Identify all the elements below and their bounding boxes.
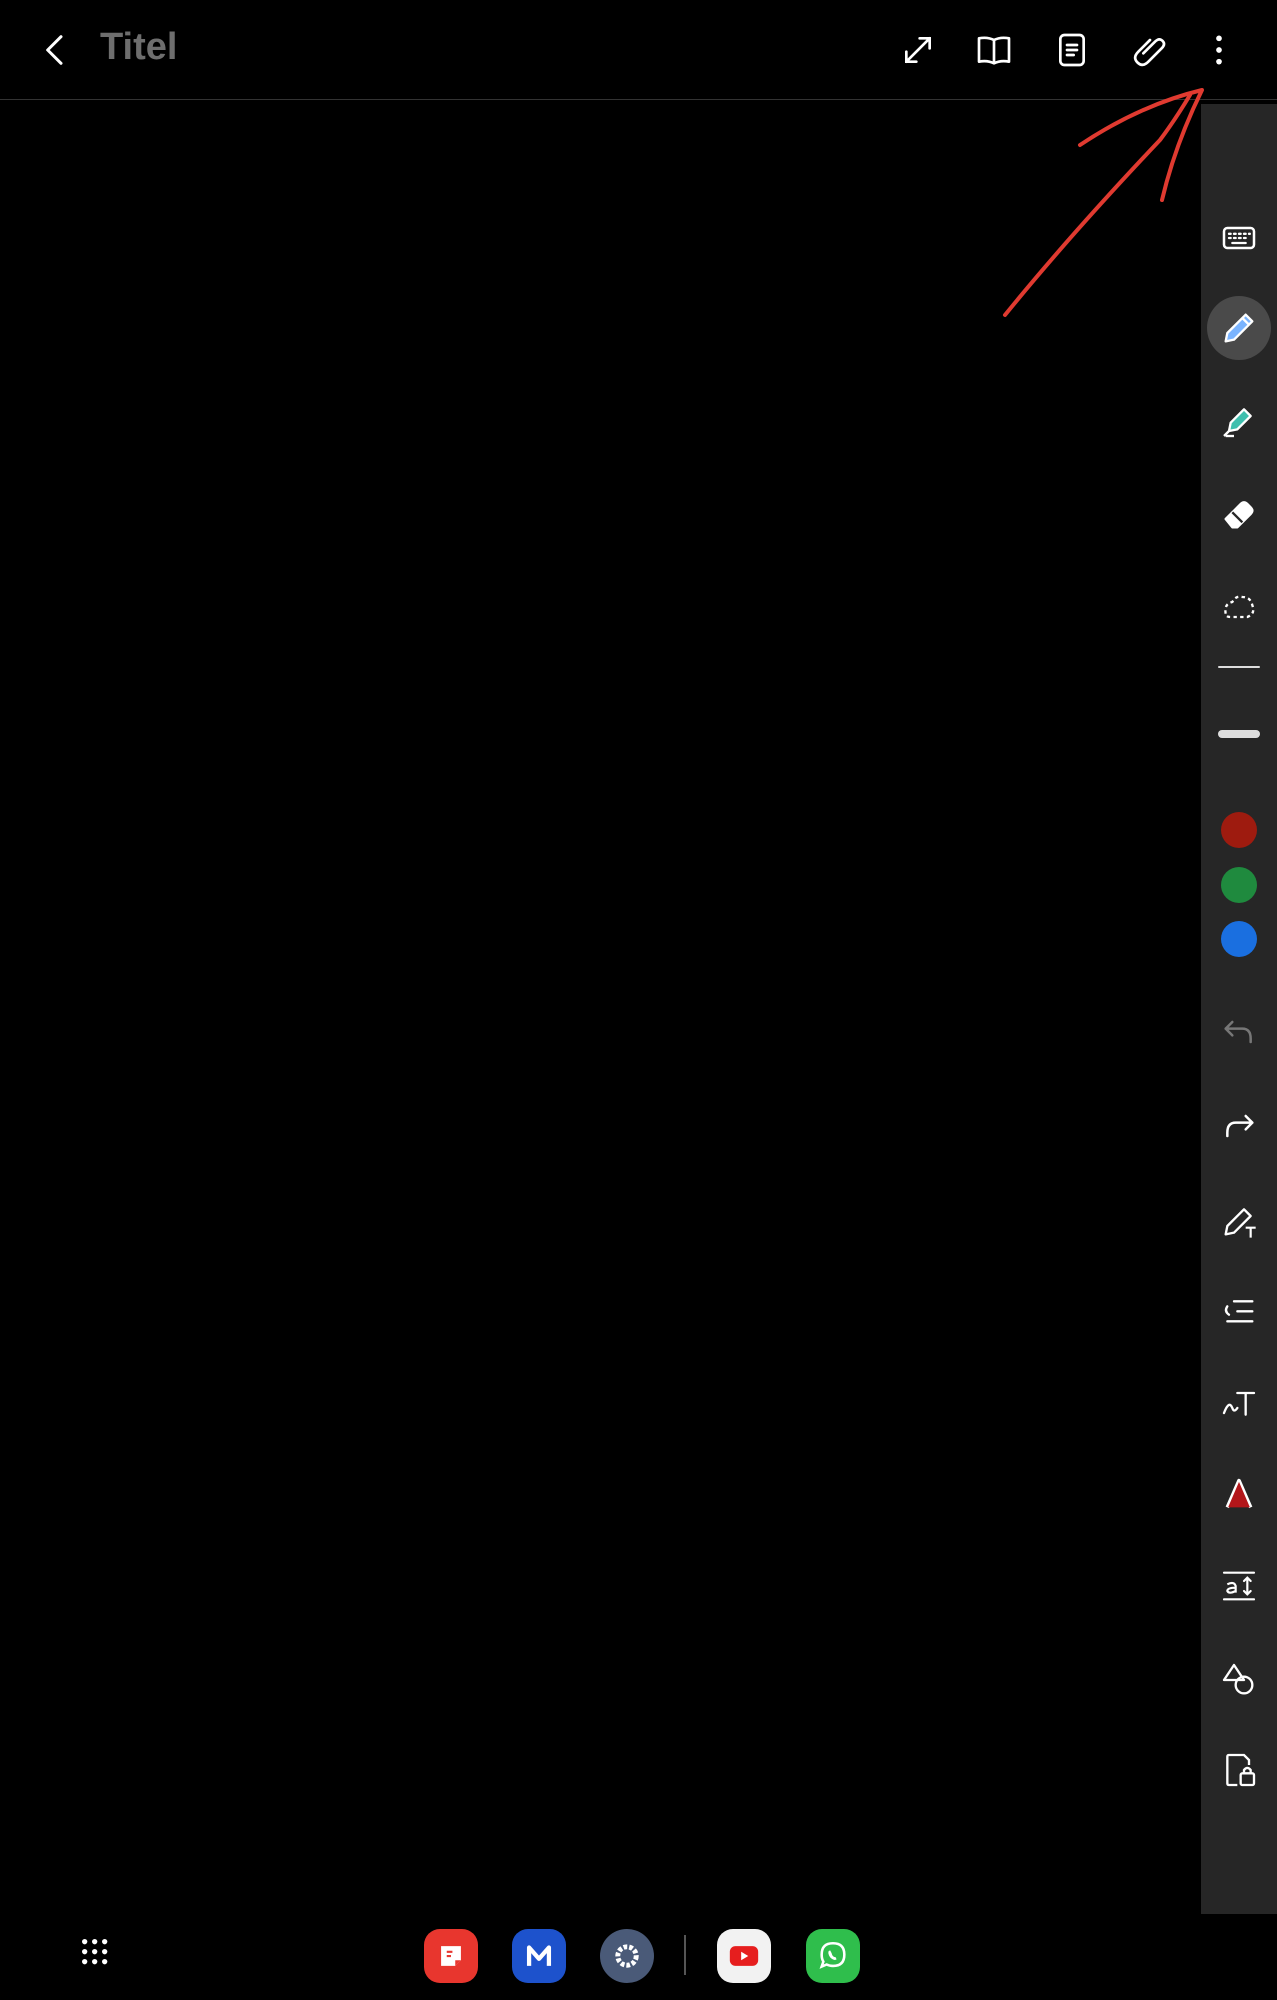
- back-arrow-icon[interactable]: [28, 22, 84, 78]
- page-icon[interactable]: [1044, 22, 1100, 78]
- book-icon[interactable]: [966, 22, 1022, 78]
- redo-icon[interactable]: [1207, 1094, 1271, 1158]
- text-style-icon[interactable]: [1207, 1462, 1271, 1526]
- notes-app-icon[interactable]: [424, 1929, 478, 1983]
- shapes-icon[interactable]: [1207, 1648, 1271, 1712]
- undo-icon[interactable]: [1207, 1000, 1271, 1064]
- settings-app-icon[interactable]: [600, 1929, 654, 1983]
- attachment-icon[interactable]: [1122, 22, 1178, 78]
- align-icon[interactable]: [1207, 1281, 1271, 1345]
- pen-toolbar: [1201, 104, 1277, 1914]
- mail-app-icon[interactable]: [512, 1929, 566, 1983]
- drawing-canvas[interactable]: [0, 101, 1200, 1911]
- green-color-swatch[interactable]: [1221, 867, 1257, 903]
- lock-icon[interactable]: [1207, 1738, 1271, 1802]
- thin-line-button[interactable]: [1218, 666, 1260, 668]
- highlighter-icon[interactable]: [1207, 389, 1271, 453]
- red-color-swatch[interactable]: [1221, 812, 1257, 848]
- lasso-icon[interactable]: [1207, 575, 1271, 639]
- blue-color-swatch[interactable]: [1221, 921, 1257, 957]
- more-icon[interactable]: [1191, 22, 1247, 78]
- keyboard-icon[interactable]: [1207, 206, 1271, 270]
- dock-separator: [684, 1935, 686, 1975]
- apps-grid-icon[interactable]: [78, 1935, 118, 1975]
- page-title[interactable]: Titel: [100, 26, 177, 69]
- whatsapp-app-icon[interactable]: [806, 1929, 860, 1983]
- pen-to-text-icon[interactable]: [1207, 1189, 1271, 1253]
- fullscreen-icon[interactable]: [890, 22, 946, 78]
- app-dock: [0, 1915, 1277, 2000]
- eraser-icon[interactable]: [1207, 482, 1271, 546]
- thick-line-button[interactable]: [1218, 730, 1260, 738]
- pen-icon[interactable]: [1207, 296, 1271, 360]
- handwriting-icon[interactable]: [1207, 1371, 1271, 1435]
- text-size-icon[interactable]: [1207, 1554, 1271, 1618]
- top-bar: Titel: [0, 0, 1277, 100]
- youtube-app-icon[interactable]: [717, 1929, 771, 1983]
